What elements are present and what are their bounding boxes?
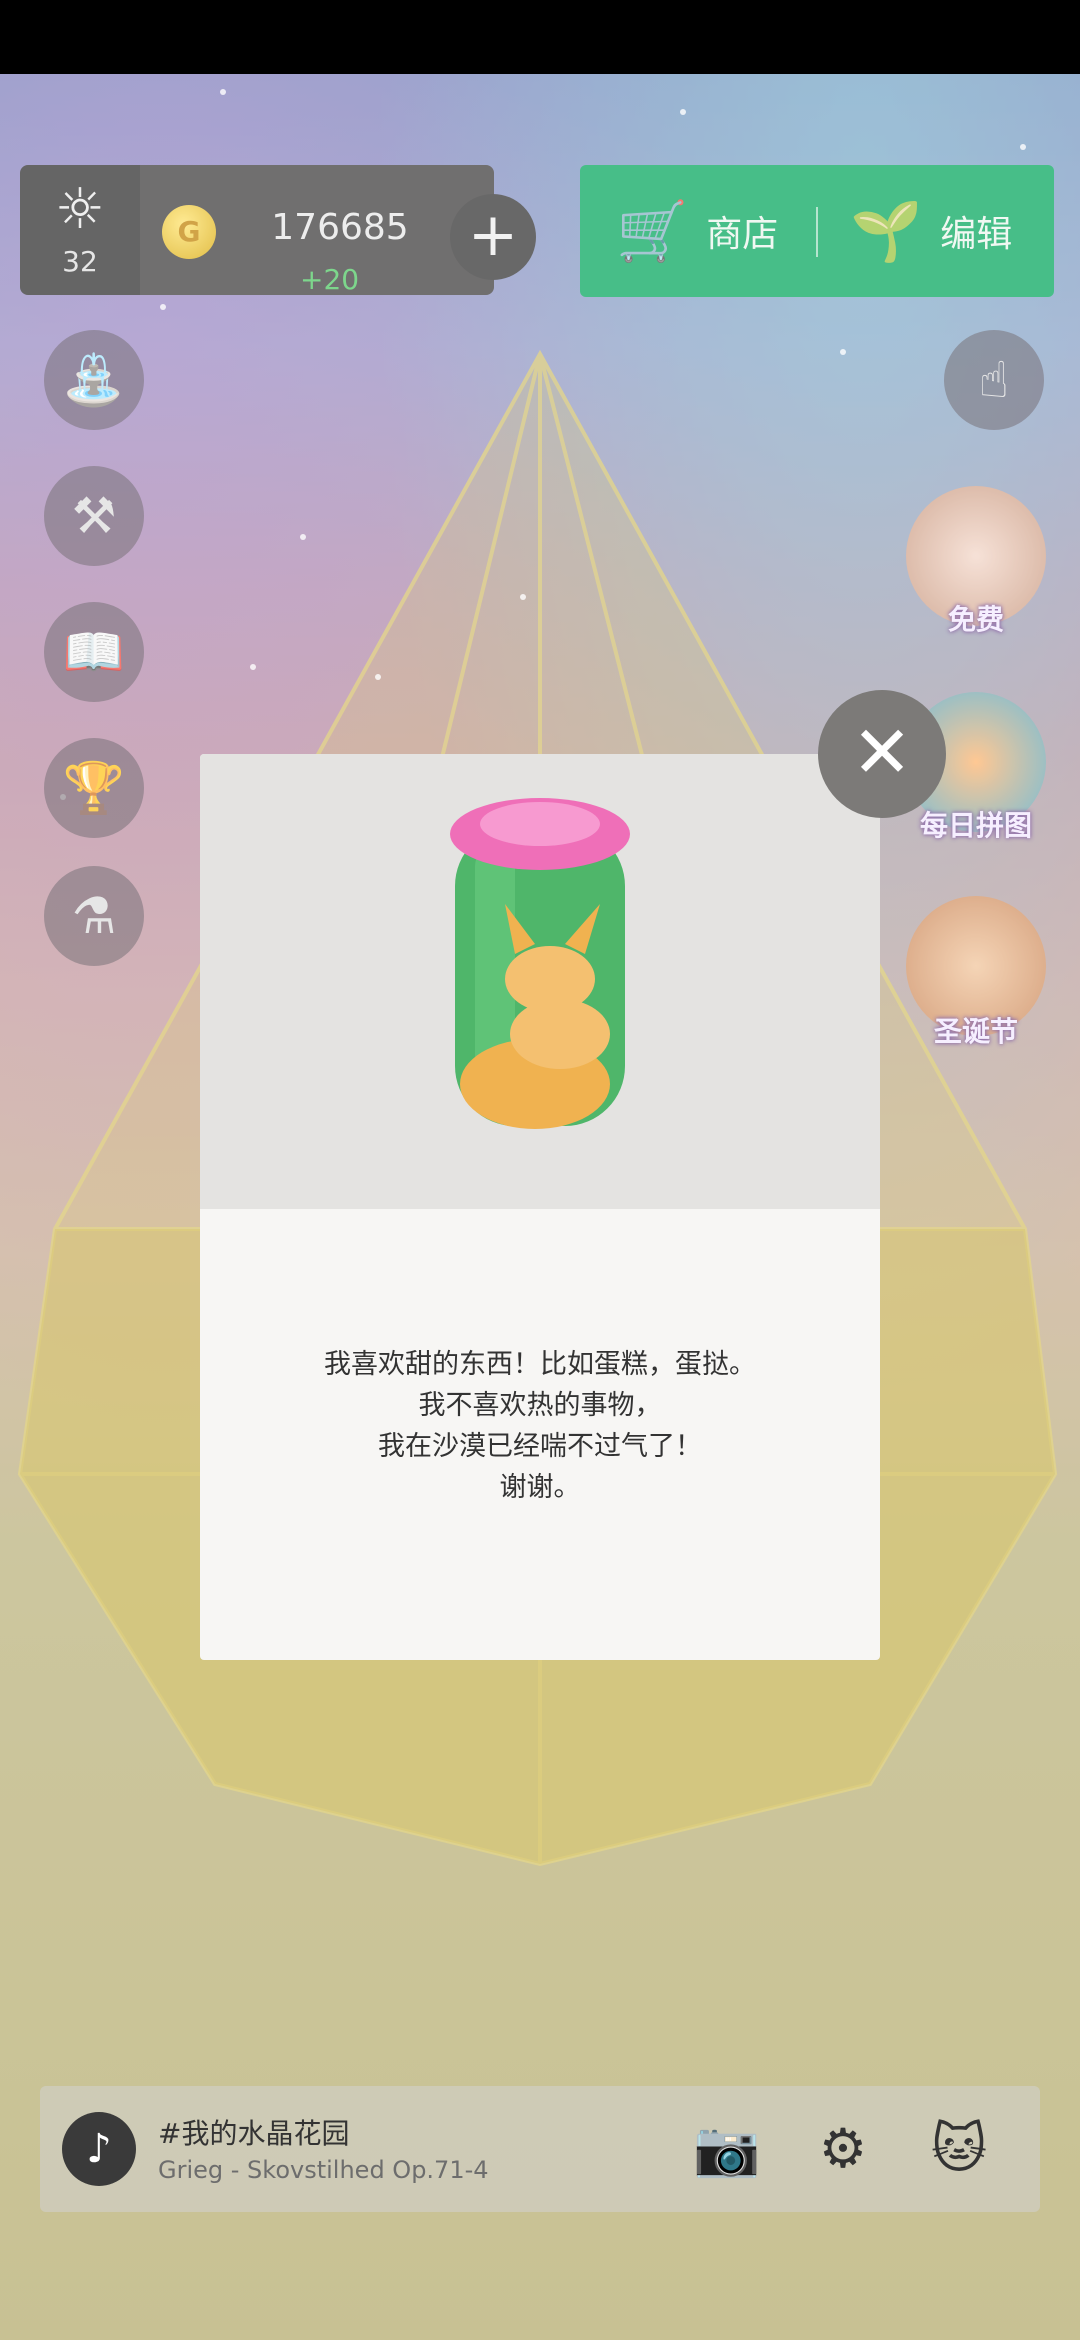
settings-button[interactable]: ⚙ bbox=[806, 2112, 880, 2186]
dialog-line: 谢谢。 bbox=[499, 1472, 581, 1503]
cat-profile-button[interactable]: 🐱 bbox=[922, 2112, 996, 2186]
dialog-illustration-area bbox=[200, 754, 880, 1209]
dialog-message: 我喜欢甜的东西！比如蛋糕，蛋挞。 我不喜欢热的事物， 我在沙漠已经喘不过气了！ … bbox=[200, 1344, 880, 1508]
gear-icon: ⚙ bbox=[818, 2117, 868, 2180]
close-icon: ✕ bbox=[851, 710, 913, 794]
track-name: Grieg - Skovstilhed Op.71-4 bbox=[158, 2156, 489, 2184]
close-dialog-button[interactable]: ✕ bbox=[818, 690, 946, 818]
character-dialog: 我喜欢甜的东西！比如蛋糕，蛋挞。 我不喜欢热的事物， 我在沙漠已经喘不过气了！ … bbox=[200, 754, 880, 1660]
status-bar bbox=[0, 0, 1080, 74]
dialog-line: 我在沙漠已经喘不过气了！ bbox=[378, 1431, 702, 1462]
music-note-icon: ♪ bbox=[86, 2126, 112, 2172]
cactus-fennec-illustration bbox=[450, 798, 630, 1129]
dialog-line: 我不喜欢热的事物， bbox=[418, 1390, 662, 1421]
music-bar: ♪ #我的水晶花园 Grieg - Skovstilhed Op.71-4 📷 … bbox=[40, 2086, 1040, 2212]
dialog-line: 我喜欢甜的东西！比如蛋糕，蛋挞。 bbox=[324, 1349, 756, 1380]
music-player-button[interactable]: ♪ bbox=[62, 2112, 136, 2186]
camera-button[interactable]: 📷 bbox=[690, 2112, 764, 2186]
cat-face-icon: 🐱 bbox=[930, 2117, 988, 2180]
camera-icon: 📷 bbox=[693, 2117, 761, 2180]
garden-name: #我的水晶花园 bbox=[158, 2117, 350, 2150]
